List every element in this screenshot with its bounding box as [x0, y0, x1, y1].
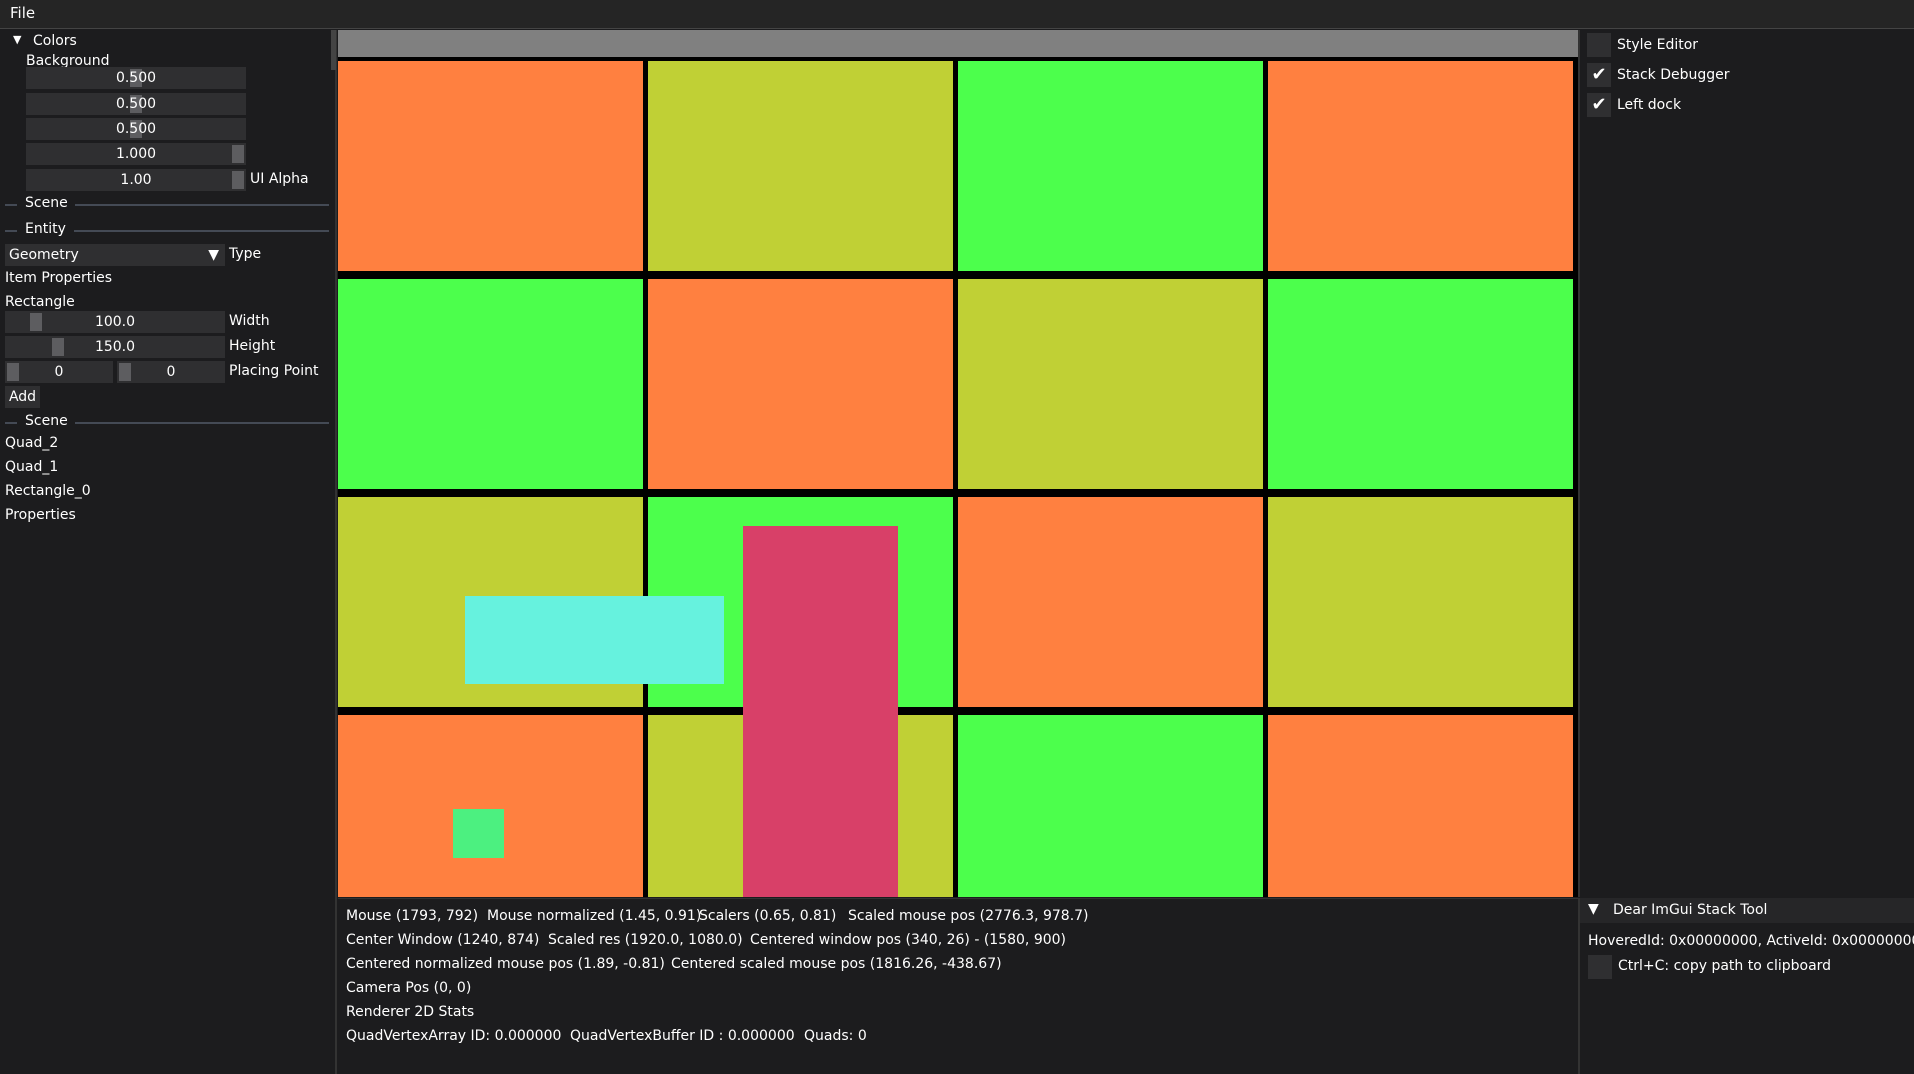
scene-item-rectangle-0[interactable]: Rectangle_0: [5, 483, 91, 499]
checkbox-left-dock[interactable]: ✔: [1587, 93, 1611, 117]
renderer-stats-heading: Renderer 2D Stats: [346, 1004, 475, 1020]
ui-alpha-slider[interactable]: 1.00: [26, 169, 246, 191]
checkbox-stack-debugger[interactable]: ✔: [1587, 63, 1611, 87]
entity-separator: Entity: [25, 221, 66, 237]
scene-item-quad-2[interactable]: Quad_2: [5, 435, 58, 451]
grid-tile: [338, 279, 643, 489]
quad-vertex-array-text: QuadVertexArray ID: 0.000000: [346, 1028, 562, 1044]
checkbox-label: Style Editor: [1617, 37, 1699, 53]
scaled-res-text: Scaled res (1920.0, 1080.0): [548, 932, 743, 948]
checkbox-style-editor[interactable]: [1587, 33, 1611, 57]
grid-tile: [1268, 61, 1573, 271]
grid-tile: [648, 61, 953, 271]
scene-viewport[interactable]: [338, 30, 1578, 897]
centered-normalized-text: Centered normalized mouse pos (1.89, -0.…: [346, 956, 665, 972]
scaled-mouse-text: Scaled mouse pos (2776.3, 978.7): [848, 908, 1089, 924]
centered-scaled-text: Centered scaled mouse pos (1816.26, -438…: [671, 956, 1002, 972]
colors-header[interactable]: Colors: [33, 33, 77, 49]
checkmark-icon: ✔: [1591, 94, 1607, 115]
scene-separator: Scene: [25, 195, 68, 211]
left-scrollbar[interactable]: [331, 30, 336, 70]
checkbox-label: Stack Debugger: [1617, 67, 1730, 83]
grid-tile: [958, 279, 1263, 489]
grid-tile: [958, 61, 1263, 271]
bg-g-slider[interactable]: 0.500: [26, 93, 246, 115]
grid-tile: [338, 61, 643, 271]
left-dock: ▼ Colors Background 0.500 0.500 0.500 1.…: [0, 30, 337, 1074]
mouse-text: Mouse (1793, 792): [346, 908, 479, 924]
height-label: Height: [229, 338, 276, 354]
checkmark-icon: ✔: [1591, 64, 1607, 85]
mouse-normalized-text: Mouse normalized (1.45, 0.91): [487, 908, 702, 924]
scene-list-separator: Scene: [25, 413, 68, 429]
grid-tile: [1268, 279, 1573, 489]
checkbox-label: Left dock: [1617, 97, 1682, 113]
width-slider[interactable]: 100.0: [5, 311, 225, 333]
rectangle-label: Rectangle: [5, 294, 75, 310]
centered-window-pos-text: Centered window pos (340, 26) - (1580, 9…: [750, 932, 1067, 948]
scene-item-quad-1[interactable]: Quad_1: [5, 459, 58, 475]
collapse-triangle-icon[interactable]: ▼: [13, 33, 21, 46]
viewport-title-strip: [338, 30, 1578, 57]
grid-tile: [1268, 497, 1573, 707]
type-dropdown[interactable]: Geometry ▼: [5, 244, 225, 266]
copy-path-checkbox[interactable]: [1588, 955, 1612, 979]
hovered-active-id-text: HoveredId: 0x00000000, ActiveId: 0x00000…: [1588, 933, 1914, 949]
grid-tile: [338, 715, 643, 897]
menu-bar: File: [0, 0, 1914, 29]
dropdown-arrow-icon: ▼: [208, 247, 219, 263]
quad-vertex-buffer-text: QuadVertexBuffer ID : 0.000000: [570, 1028, 795, 1044]
quad-cyan[interactable]: [465, 596, 724, 684]
grid-tile: [648, 279, 953, 489]
copy-path-label: Ctrl+C: copy path to clipboard: [1618, 958, 1832, 974]
stack-tool-title: Dear ImGui Stack Tool: [1613, 902, 1768, 918]
properties-label: Properties: [5, 507, 76, 523]
right-dock: Style Editor ✔ Stack Debugger ✔ Left dock: [1578, 30, 1914, 897]
ui-alpha-label: UI Alpha: [250, 171, 309, 187]
placing-point-label: Placing Point: [229, 363, 319, 379]
height-slider[interactable]: 150.0: [5, 336, 225, 358]
type-label: Type: [229, 246, 262, 262]
placing-x-slider[interactable]: 0: [5, 361, 113, 383]
camera-pos-text: Camera Pos (0, 0): [346, 980, 472, 996]
bg-r-slider[interactable]: 0.500: [26, 67, 246, 89]
grid-tile: [958, 715, 1263, 897]
stack-tool-header[interactable]: ▼ Dear ImGui Stack Tool: [1580, 898, 1914, 923]
stack-tool-window: ▼ Dear ImGui Stack Tool HoveredId: 0x000…: [1578, 898, 1914, 1074]
placing-y-slider[interactable]: 0: [117, 361, 225, 383]
width-label: Width: [229, 313, 270, 329]
bg-a-slider[interactable]: 1.000: [26, 143, 246, 165]
quads-count-text: Quads: 0: [804, 1028, 867, 1044]
item-properties-label: Item Properties: [5, 270, 113, 286]
info-panel: Mouse (1793, 792) Mouse normalized (1.45…: [338, 898, 1578, 1074]
center-window-text: Center Window (1240, 874): [346, 932, 540, 948]
grid-tile: [958, 497, 1263, 707]
add-button[interactable]: Add: [5, 386, 40, 408]
quad-mint[interactable]: [453, 809, 504, 858]
bg-b-slider[interactable]: 0.500: [26, 118, 246, 140]
scalers-text: Scalers (0.65, 0.81): [699, 908, 837, 924]
rectangle-pink[interactable]: [743, 526, 898, 897]
collapse-triangle-icon[interactable]: ▼: [1588, 901, 1599, 917]
menu-file[interactable]: File: [10, 4, 35, 22]
grid-tile: [1268, 715, 1573, 897]
